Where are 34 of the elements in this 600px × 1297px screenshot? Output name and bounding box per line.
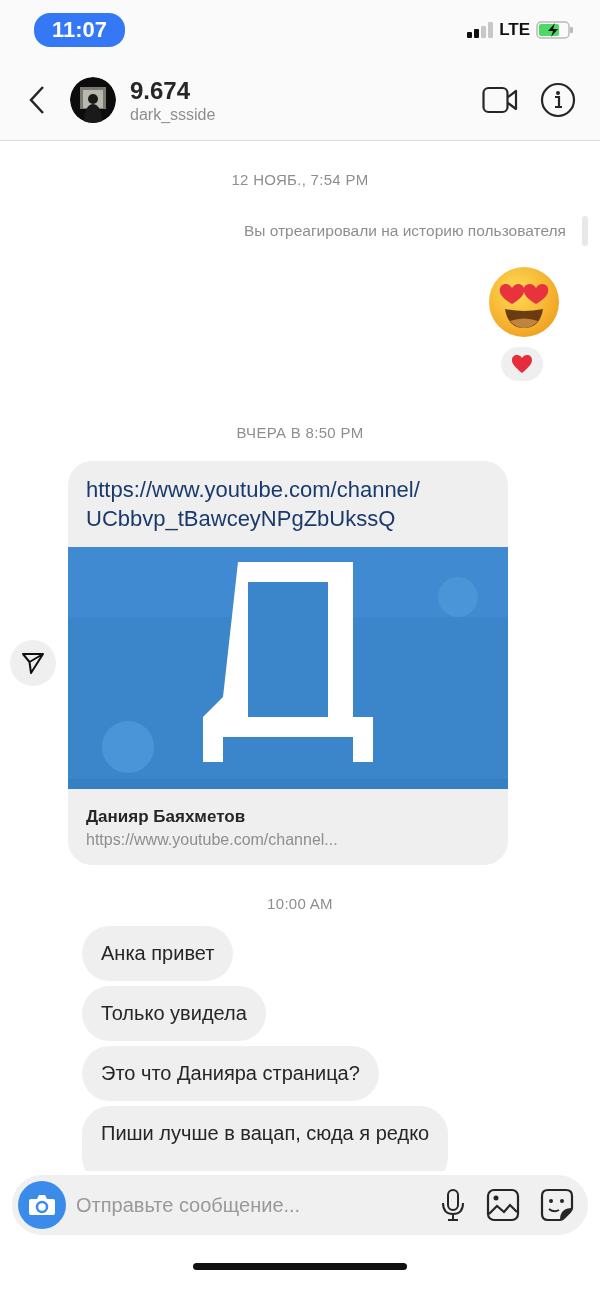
message-bubble: Только увидела bbox=[82, 986, 266, 1041]
message-input[interactable]: Отправьте сообщение... bbox=[74, 1192, 426, 1218]
share-button[interactable] bbox=[10, 640, 56, 686]
avatar[interactable] bbox=[70, 77, 116, 123]
microphone-icon bbox=[440, 1188, 466, 1222]
preview-url: https://www.youtube.com/channel... bbox=[86, 831, 338, 849]
message-bubble: Пиши лучше в вацап, сюда я редко bbox=[82, 1106, 449, 1171]
heart-eyes-face-icon bbox=[488, 266, 560, 338]
signal-icon bbox=[467, 22, 494, 38]
camera-icon bbox=[28, 1193, 56, 1217]
message-bubble: Анка привет bbox=[82, 926, 234, 981]
paper-plane-icon bbox=[21, 651, 45, 675]
battery-icon bbox=[536, 21, 574, 39]
back-icon[interactable] bbox=[28, 85, 46, 115]
message-field[interactable]: Отправьте сообщение... bbox=[12, 1175, 588, 1235]
timestamp: 10:00 AM bbox=[267, 895, 333, 912]
heart-icon bbox=[511, 354, 533, 374]
status-time: 11:07 bbox=[34, 13, 126, 47]
timestamp: ВЧЕРА В 8:50 PM bbox=[236, 424, 364, 441]
sticker-icon bbox=[540, 1188, 574, 1222]
story-reaction-note: Вы отреагировали на историю пользователя bbox=[243, 221, 566, 241]
link-url[interactable]: https://www.youtube.com/channel/ UCbbvp_tBawceyNPgZbUkssQ bbox=[68, 461, 438, 547]
timestamp: 12 НОЯБ., 7:54 PM bbox=[231, 171, 369, 188]
info-icon[interactable] bbox=[540, 82, 576, 118]
image-icon bbox=[486, 1188, 520, 1222]
username: dark_ssside bbox=[130, 105, 216, 124]
message-bubble: Это что Данияра страница? bbox=[82, 1046, 379, 1101]
camera-button[interactable] bbox=[18, 1181, 66, 1229]
reaction-badge[interactable] bbox=[501, 347, 543, 381]
network-type: LTE bbox=[499, 20, 530, 40]
link-preview-card[interactable]: https://www.youtube.com/channel/ UCbbvp_tBawceyNPgZbUkssQ Данияр Баяхметов https://www.youtube.com/channel... bbox=[68, 461, 508, 865]
video-call-icon[interactable] bbox=[482, 86, 518, 114]
chat-title: 9.674 bbox=[130, 76, 191, 105]
preview-title: Данияр Баяхметов bbox=[86, 807, 246, 827]
